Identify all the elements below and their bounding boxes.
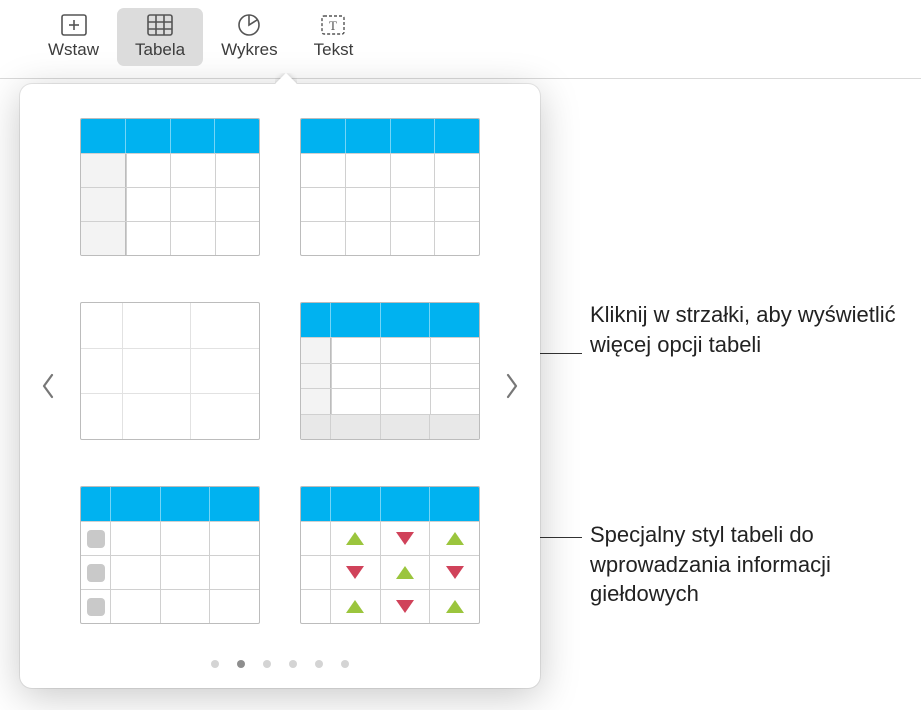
triangle-down-icon xyxy=(346,566,364,579)
triangle-down-icon xyxy=(396,600,414,613)
page-dot-5[interactable] xyxy=(315,660,323,668)
checkbox-icon xyxy=(87,564,105,582)
triangle-up-icon xyxy=(346,532,364,545)
toolbar-table-label: Tabela xyxy=(135,40,185,60)
table-style-grid xyxy=(80,118,480,624)
callout-arrow-text: Kliknij w strzałki, aby wyświetlić więce… xyxy=(590,300,910,359)
triangle-up-icon xyxy=(396,566,414,579)
svg-text:T: T xyxy=(329,18,337,33)
page-dot-4[interactable] xyxy=(289,660,297,668)
table-style-2[interactable] xyxy=(300,118,480,256)
toolbar-divider xyxy=(0,78,921,79)
toolbar: Wstaw Tabela Wykres T Tekst xyxy=(0,0,921,66)
page-dots xyxy=(20,660,540,668)
table-style-5[interactable] xyxy=(80,486,260,624)
callout-stock-text: Specjalny styl tabeli do wprowadzania in… xyxy=(590,520,920,609)
triangle-up-icon xyxy=(346,600,364,613)
checkbox-icon xyxy=(87,598,105,616)
triangle-up-icon xyxy=(446,600,464,613)
prev-page-arrow[interactable] xyxy=(32,356,64,416)
table-style-4[interactable] xyxy=(300,302,480,440)
page-dot-2[interactable] xyxy=(237,660,245,668)
toolbar-table[interactable]: Tabela xyxy=(117,8,203,66)
table-styles-popover xyxy=(20,84,540,688)
next-page-arrow[interactable] xyxy=(496,356,528,416)
text-icon: T xyxy=(318,12,348,38)
popover-pointer xyxy=(275,73,297,85)
chart-icon xyxy=(234,12,264,38)
page-dot-1[interactable] xyxy=(211,660,219,668)
triangle-down-icon xyxy=(446,566,464,579)
checkbox-icon xyxy=(87,530,105,548)
toolbar-text[interactable]: T Tekst xyxy=(296,8,372,66)
table-style-stock[interactable] xyxy=(300,486,480,624)
toolbar-insert-label: Wstaw xyxy=(48,40,99,60)
toolbar-chart-label: Wykres xyxy=(221,40,278,60)
toolbar-text-label: Tekst xyxy=(314,40,354,60)
triangle-up-icon xyxy=(446,532,464,545)
table-icon xyxy=(145,12,175,38)
page-dot-3[interactable] xyxy=(263,660,271,668)
table-style-3[interactable] xyxy=(80,302,260,440)
triangle-down-icon xyxy=(396,532,414,545)
insert-icon xyxy=(59,12,89,38)
page-dot-6[interactable] xyxy=(341,660,349,668)
table-style-1[interactable] xyxy=(80,118,260,256)
toolbar-insert[interactable]: Wstaw xyxy=(30,8,117,66)
toolbar-chart[interactable]: Wykres xyxy=(203,8,296,66)
